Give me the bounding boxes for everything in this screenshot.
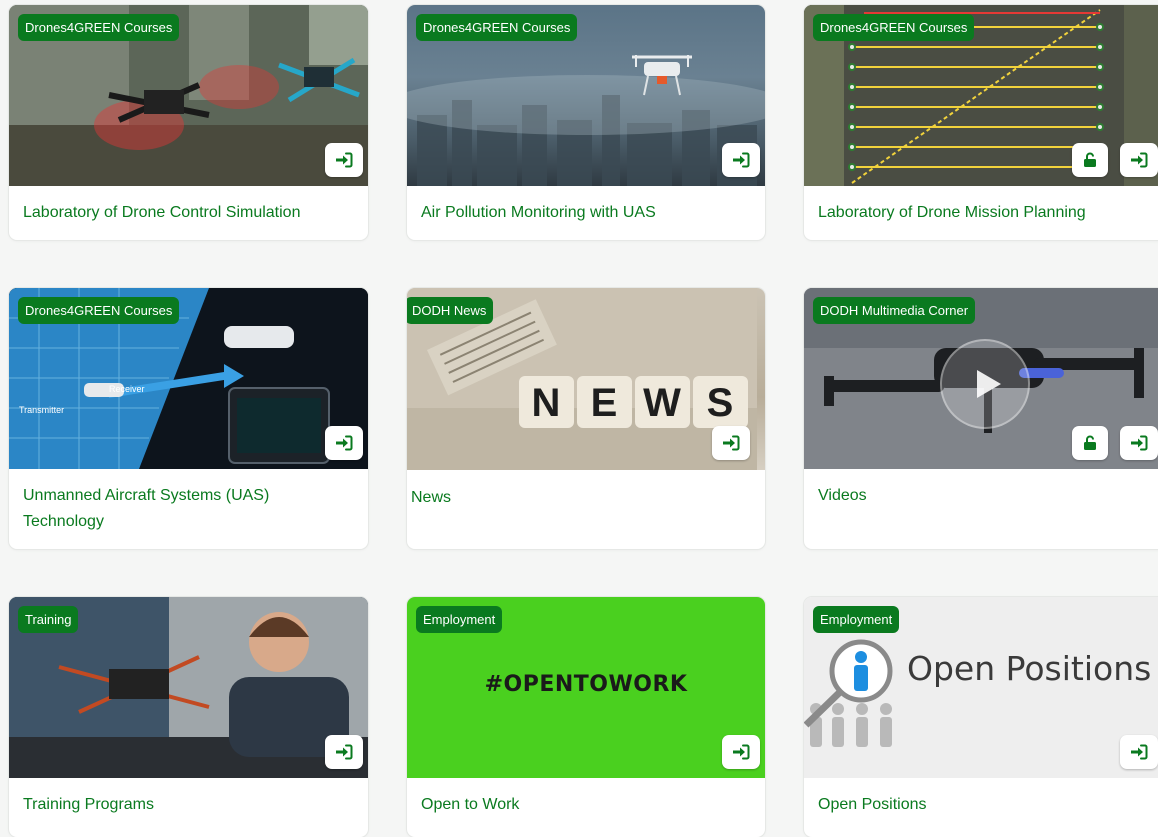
unlock-icon bbox=[1084, 435, 1096, 450]
login-arrow-icon bbox=[1131, 152, 1148, 168]
login-arrow-icon bbox=[723, 435, 740, 451]
card-image[interactable]: Open Positions Employment bbox=[804, 597, 1158, 778]
news-letter-s: S bbox=[707, 381, 734, 425]
enter-open-positions-button[interactable] bbox=[1120, 735, 1158, 769]
course-card-mission-planning[interactable]: Drones4GREEN Courses Laboratory of Drone… bbox=[804, 5, 1158, 240]
category-badge: Employment bbox=[813, 606, 900, 633]
category-badge: DODH News bbox=[407, 297, 494, 324]
training-card[interactable]: Training Training Programs bbox=[9, 597, 368, 837]
videos-card[interactable]: DODH Multimedia Corner Videos bbox=[804, 288, 1158, 549]
enter-course-button[interactable] bbox=[325, 426, 363, 460]
course-card-uas-technology[interactable]: Transmitter Receiver Drones4GREEN Course… bbox=[9, 288, 368, 549]
unlock-icon bbox=[1084, 152, 1096, 167]
login-arrow-icon bbox=[336, 152, 353, 168]
card-image[interactable]: Training bbox=[9, 597, 368, 778]
unlocked-access-indicator bbox=[1072, 143, 1108, 177]
enter-training-button[interactable] bbox=[325, 735, 363, 769]
card-image[interactable]: Drones4GREEN Courses bbox=[804, 5, 1158, 186]
play-icon bbox=[977, 370, 1001, 398]
course-card-air-pollution[interactable]: Drones4GREEN Courses Air Pollution Monit… bbox=[407, 5, 765, 240]
open-positions-banner-text: Open Positions bbox=[907, 649, 1152, 688]
category-badge: Training bbox=[18, 606, 79, 633]
card-title[interactable]: News bbox=[411, 485, 751, 511]
login-arrow-icon bbox=[336, 435, 353, 451]
opentowork-banner-text: #OPENTOWORK bbox=[484, 672, 688, 697]
card-title[interactable]: Training Programs bbox=[23, 792, 354, 818]
login-arrow-icon bbox=[1131, 435, 1148, 451]
open-to-work-card[interactable]: #OPENTOWORK Employment Open to Work bbox=[407, 597, 765, 837]
card-image[interactable]: Drones4GREEN Courses bbox=[9, 5, 368, 186]
receiver-label: Receiver bbox=[109, 384, 145, 394]
category-badge: Drones4GREEN Courses bbox=[813, 14, 975, 41]
card-image[interactable]: Drones4GREEN Courses bbox=[407, 5, 765, 186]
login-arrow-icon bbox=[733, 152, 750, 168]
card-title[interactable]: Unmanned Aircraft Systems (UAS) Technolo… bbox=[23, 483, 323, 535]
category-badge: Drones4GREEN Courses bbox=[416, 14, 578, 41]
news-letter-e: E bbox=[591, 381, 618, 425]
category-badge: Drones4GREEN Courses bbox=[18, 297, 180, 324]
category-badge: Employment bbox=[416, 606, 503, 633]
login-arrow-icon bbox=[1131, 744, 1148, 760]
news-letter-w: W bbox=[643, 381, 681, 425]
enter-open-to-work-button[interactable] bbox=[722, 735, 760, 769]
card-image[interactable]: DODH Multimedia Corner bbox=[804, 288, 1158, 469]
login-arrow-icon bbox=[336, 744, 353, 760]
card-title[interactable]: Open to Work bbox=[421, 792, 751, 818]
card-title[interactable]: Laboratory of Drone Mission Planning bbox=[818, 200, 1155, 226]
enter-news-button[interactable] bbox=[712, 426, 750, 460]
card-title[interactable]: Laboratory of Drone Control Simulation bbox=[23, 200, 354, 226]
card-image[interactable]: Transmitter Receiver Drones4GREEN Course… bbox=[9, 288, 368, 469]
card-image[interactable]: #OPENTOWORK Employment bbox=[407, 597, 765, 778]
card-title[interactable]: Open Positions bbox=[818, 792, 1155, 818]
course-card-drone-control[interactable]: Drones4GREEN Courses Laboratory of Drone… bbox=[9, 5, 368, 240]
enter-course-button[interactable] bbox=[325, 143, 363, 177]
video-play-overlay[interactable] bbox=[940, 339, 1030, 429]
category-badge: Drones4GREEN Courses bbox=[18, 14, 180, 41]
login-arrow-icon bbox=[733, 744, 750, 760]
unlocked-access-indicator bbox=[1072, 426, 1108, 460]
category-badge: DODH Multimedia Corner bbox=[813, 297, 976, 324]
enter-course-button[interactable] bbox=[1120, 143, 1158, 177]
enter-videos-button[interactable] bbox=[1120, 426, 1158, 460]
news-card[interactable]: N E W S DODH News News bbox=[407, 288, 765, 549]
transmitter-label: Transmitter bbox=[19, 405, 64, 415]
card-title[interactable]: Air Pollution Monitoring with UAS bbox=[421, 200, 751, 226]
open-positions-card[interactable]: Open Positions Employment Open Positions bbox=[804, 597, 1158, 837]
news-letter-n: N bbox=[532, 381, 561, 425]
card-title[interactable]: Videos bbox=[818, 483, 1155, 509]
enter-course-button[interactable] bbox=[722, 143, 760, 177]
